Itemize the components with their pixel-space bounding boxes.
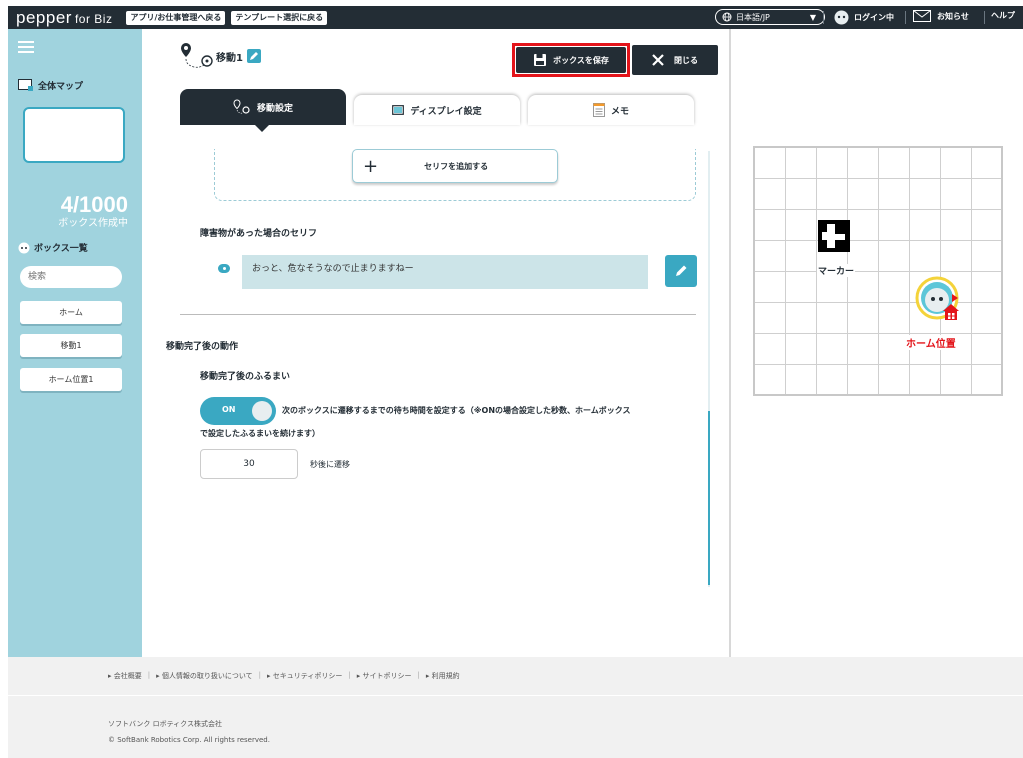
home-position-icon[interactable] <box>915 276 961 322</box>
toggle-description: 次のボックスに遷移するまでの待ち時間を設定する（※ONの場合設定した秒数、ホーム… <box>282 406 631 415</box>
overall-map-title: 全体マップ <box>18 79 83 92</box>
footer-link-site-policy[interactable]: ▸ サイトポリシー <box>357 671 412 681</box>
obstacle-serif-label: 障害物があった場合のセリフ <box>200 229 318 239</box>
sidebar: 全体マップ 4/1000 ボックス作成中 ボックス一覧 ホーム 移動1 ホーム位… <box>8 29 142 657</box>
language-select[interactable]: 日本語/JP ▼ <box>715 9 825 25</box>
chevron-down-icon: ▼ <box>809 12 816 22</box>
back-to-template-button[interactable]: テンプレート選択に戻る <box>231 10 328 25</box>
language-label: 日本語/JP <box>736 12 770 22</box>
active-tab-caret <box>255 125 269 132</box>
after-move-behavior-label: 移動完了後のふるまい <box>200 372 291 382</box>
move-pin-icon <box>181 43 213 68</box>
home-position-label: ホーム位置 <box>906 335 956 350</box>
top-bar: pepper for Biz アプリ/お仕事管理へ戻る テンプレート選択に戻る 日… <box>8 6 1023 29</box>
box-item-home-position1[interactable]: ホーム位置1 <box>20 368 122 391</box>
box-title-row: 移動1 <box>180 41 261 71</box>
footer-separator <box>8 695 1023 696</box>
save-box-button[interactable]: ボックスを保存 <box>516 47 626 73</box>
after-move-section-title: 移動完了後の動作 <box>166 342 239 352</box>
robot-avatar-icon <box>834 10 849 25</box>
tab-display-settings[interactable]: ディスプレイ設定 <box>354 95 520 125</box>
scrollbar-thumb[interactable] <box>708 411 710 585</box>
footer-link-security[interactable]: ▸ セキュリティポリシー <box>267 671 342 681</box>
box-item-move1[interactable]: 移動1 <box>20 334 122 357</box>
plus-icon: + <box>363 155 379 177</box>
logo[interactable]: pepper for Biz <box>16 8 112 28</box>
notifications-link[interactable]: お知らせ <box>913 10 969 22</box>
close-button[interactable]: 閉じる <box>632 45 718 75</box>
edit-serif-button[interactable] <box>665 255 697 287</box>
footer-company: ソフトバンク ロボティクス株式会社 <box>108 720 222 728</box>
pencil-icon <box>249 52 258 60</box>
tab-move-settings[interactable]: 移動設定 <box>180 89 346 125</box>
add-serif-button[interactable]: + セリフを追加する <box>352 149 558 183</box>
toggle-state-label: ON <box>222 405 236 414</box>
toggle-knob <box>252 401 272 421</box>
map-thumbnail[interactable] <box>23 107 125 163</box>
box-title: 移動1 <box>216 52 243 64</box>
wait-time-toggle[interactable]: ON <box>200 397 276 425</box>
wait-seconds-suffix: 秒後に遷移 <box>310 460 350 469</box>
box-list-title: ボックス一覧 <box>18 241 88 254</box>
divider <box>984 11 985 24</box>
speech-bubble-icon <box>218 264 230 273</box>
pencil-icon <box>676 265 687 276</box>
obstacle-serif-text: おっと、危なそうなので止まりますねー <box>242 255 648 289</box>
box-count-label: ボックス作成中 <box>58 218 128 229</box>
footer-links: ▸ 会社概要 | ▸ 個人情報の取り扱いについて | ▸ セキュリティポリシー … <box>108 671 460 681</box>
mail-icon <box>913 10 931 22</box>
marker-icon[interactable] <box>818 220 850 252</box>
map-grid[interactable]: マーカー ホーム位置 <box>753 146 1003 396</box>
wait-seconds-input[interactable] <box>200 449 298 479</box>
map-panel: マーカー ホーム位置 <box>729 29 1023 657</box>
close-icon <box>652 54 664 66</box>
map-icon <box>18 79 33 91</box>
footer: ▸ 会社概要 | ▸ 個人情報の取り扱いについて | ▸ セキュリティポリシー … <box>8 657 1023 758</box>
move-pin-icon <box>233 99 250 114</box>
robot-icon <box>18 242 30 253</box>
box-editor: 移動1 ボックスを保存 閉じる 移動設定 ディスプレイ設定 メモ + セリフを追… <box>142 29 729 657</box>
footer-link-company[interactable]: ▸ 会社概要 <box>108 671 142 681</box>
memo-icon <box>592 103 605 117</box>
divider <box>823 11 824 24</box>
footer-link-privacy[interactable]: ▸ 個人情報の取り扱いについて <box>156 671 253 681</box>
login-status[interactable]: ログイン中 <box>834 10 894 25</box>
edit-title-button[interactable] <box>246 49 261 63</box>
menu-icon[interactable] <box>18 41 34 53</box>
divider <box>905 11 906 24</box>
toggle-description-cont: で設定したふるまいを続けます） <box>200 429 320 438</box>
floppy-disk-icon <box>534 54 547 66</box>
footer-copyright: © SoftBank Robotics Corp. All rights res… <box>108 736 270 744</box>
globe-icon <box>722 12 732 22</box>
help-link[interactable]: ヘルプ <box>991 10 1015 21</box>
search-input[interactable] <box>20 266 122 288</box>
section-divider <box>180 314 696 315</box>
marker-label: マーカー <box>817 264 856 277</box>
display-icon <box>392 105 405 115</box>
tab-memo[interactable]: メモ <box>528 95 694 125</box>
back-to-app-button[interactable]: アプリ/お仕事管理へ戻る <box>126 10 226 25</box>
footer-link-terms[interactable]: ▸ 利用規約 <box>426 671 460 681</box>
box-item-home[interactable]: ホーム <box>20 301 122 324</box>
